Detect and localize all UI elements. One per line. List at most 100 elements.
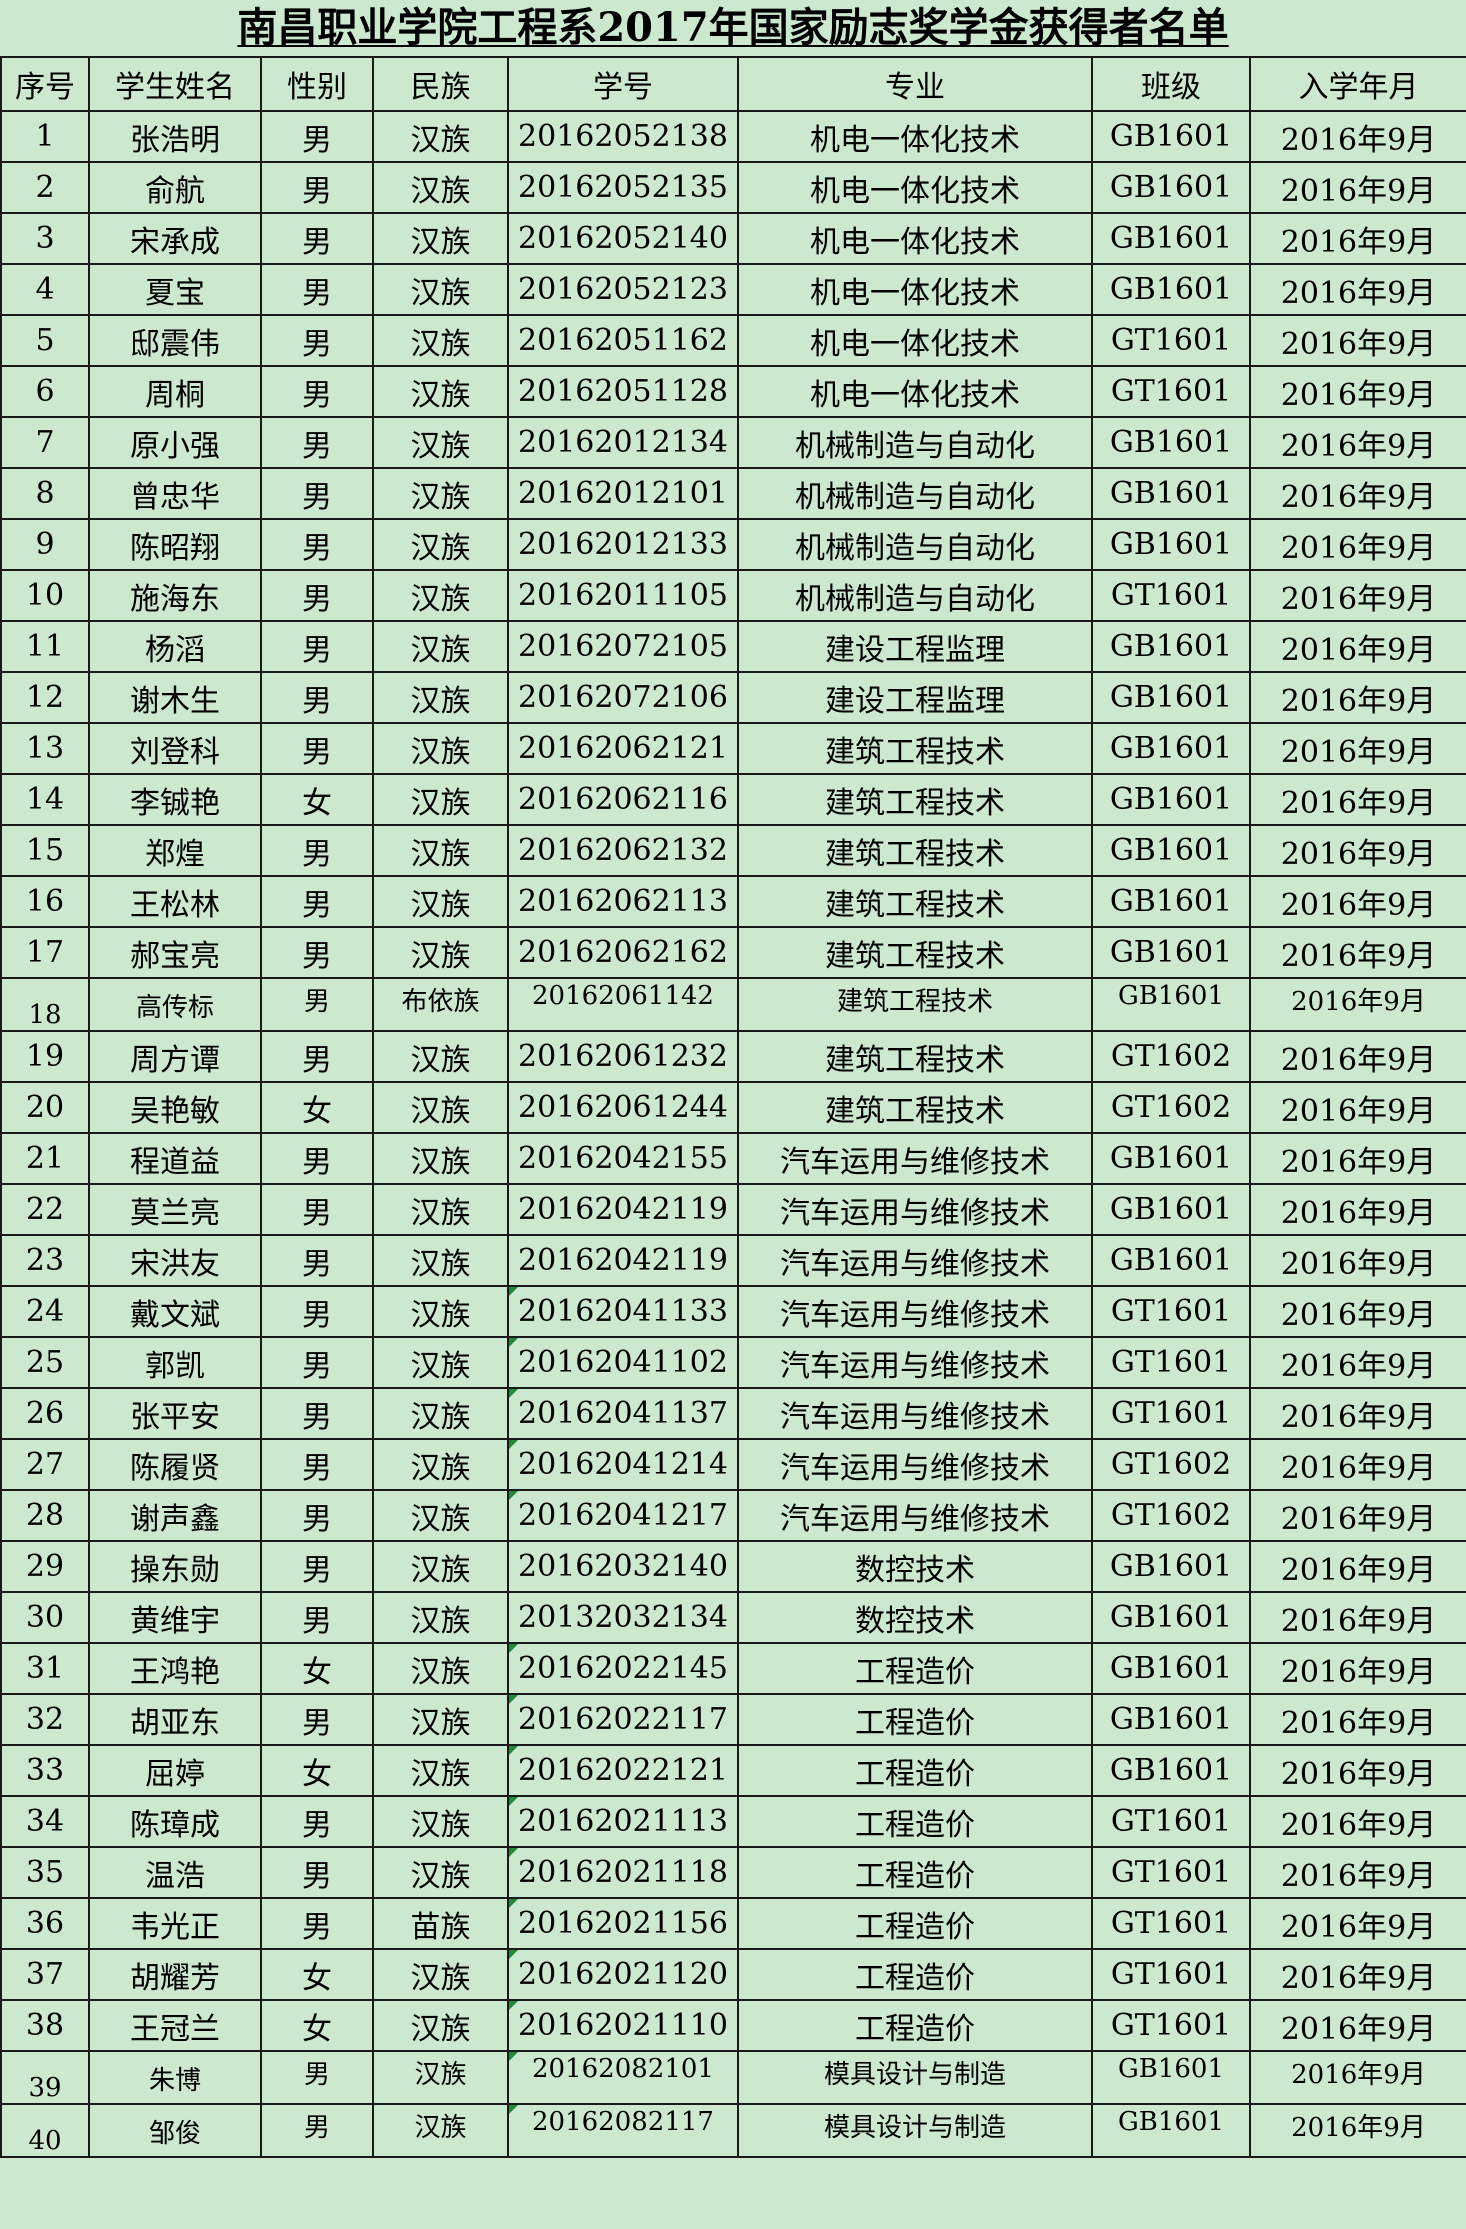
major-cell[interactable]: 机电一体化技术 [737,212,1093,265]
gender-cell[interactable]: 男 [260,569,374,622]
student-id-cell[interactable]: 20162082101 [507,2050,739,2105]
class-cell[interactable]: GT1602 [1091,1438,1251,1491]
student-id-cell[interactable]: 20162041137 [507,1387,739,1440]
index-cell[interactable]: 12 [0,671,90,724]
ethnicity-cell[interactable]: 汉族 [372,1948,509,2001]
ethnicity-cell[interactable]: 汉族 [372,1489,509,1542]
class-cell[interactable]: GB1601 [1091,416,1251,469]
major-cell[interactable]: 建筑工程技术 [737,875,1093,928]
ethnicity-cell[interactable]: 汉族 [372,212,509,265]
gender-cell[interactable]: 男 [260,518,374,571]
gender-cell[interactable]: 男 [260,1183,374,1236]
student-id-cell[interactable]: 20162061232 [507,1030,739,1083]
ethnicity-cell[interactable]: 汉族 [372,773,509,826]
gender-cell[interactable]: 男 [260,1693,374,1746]
student-id-cell[interactable]: 20162021110 [507,1999,739,2052]
class-cell[interactable]: GB1601 [1091,1744,1251,1797]
index-cell[interactable]: 19 [0,1030,90,1083]
major-cell[interactable]: 机械制造与自动化 [737,569,1093,622]
major-cell[interactable]: 工程造价 [737,1948,1093,2001]
name-cell[interactable]: 韦光正 [88,1897,262,1950]
enrollment-cell[interactable]: 2016年9月 [1249,773,1466,826]
student-id-cell[interactable]: 20162072106 [507,671,739,724]
student-id-cell[interactable]: 20162012134 [507,416,739,469]
index-cell[interactable]: 26 [0,1387,90,1440]
header-class[interactable]: 班级 [1091,56,1251,112]
student-id-cell[interactable]: 20162022121 [507,1744,739,1797]
gender-cell[interactable]: 女 [260,1948,374,2001]
ethnicity-cell[interactable]: 汉族 [372,1387,509,1440]
enrollment-cell[interactable]: 2016年9月 [1249,1540,1466,1593]
student-id-cell[interactable]: 20132032134 [507,1591,739,1644]
gender-cell[interactable]: 男 [260,1030,374,1083]
student-id-cell[interactable]: 20162011105 [507,569,739,622]
gender-cell[interactable]: 男 [260,620,374,673]
major-cell[interactable]: 机械制造与自动化 [737,518,1093,571]
index-cell[interactable]: 20 [0,1081,90,1134]
ethnicity-cell[interactable]: 汉族 [372,824,509,877]
student-id-cell[interactable]: 20162062113 [507,875,739,928]
class-cell[interactable]: GB1601 [1091,620,1251,673]
student-id-cell[interactable]: 20162012133 [507,518,739,571]
name-cell[interactable]: 张浩明 [88,110,262,163]
major-cell[interactable]: 数控技术 [737,1540,1093,1593]
student-id-cell[interactable]: 20162021120 [507,1948,739,2001]
ethnicity-cell[interactable]: 汉族 [372,110,509,163]
name-cell[interactable]: 邹俊 [88,2103,262,2158]
enrollment-cell[interactable]: 2016年9月 [1249,2103,1466,2158]
index-cell[interactable]: 40 [0,2103,90,2158]
class-cell[interactable]: GB1601 [1091,875,1251,928]
class-cell[interactable]: GB1601 [1091,212,1251,265]
name-cell[interactable]: 周桐 [88,365,262,418]
index-cell[interactable]: 39 [0,2050,90,2105]
index-cell[interactable]: 34 [0,1795,90,1848]
enrollment-cell[interactable]: 2016年9月 [1249,1285,1466,1338]
class-cell[interactable]: GB1601 [1091,926,1251,979]
name-cell[interactable]: 郝宝亮 [88,926,262,979]
gender-cell[interactable]: 男 [260,722,374,775]
class-cell[interactable]: GT1601 [1091,1999,1251,2052]
class-cell[interactable]: GT1601 [1091,365,1251,418]
enrollment-cell[interactable]: 2016年9月 [1249,1438,1466,1491]
student-id-cell[interactable]: 20162022117 [507,1693,739,1746]
name-cell[interactable]: 宋承成 [88,212,262,265]
student-id-cell[interactable]: 20162062162 [507,926,739,979]
name-cell[interactable]: 高传标 [88,977,262,1032]
index-cell[interactable]: 10 [0,569,90,622]
major-cell[interactable]: 汽车运用与维修技术 [737,1438,1093,1491]
ethnicity-cell[interactable]: 汉族 [372,1591,509,1644]
header-ethnicity[interactable]: 民族 [372,56,509,112]
student-id-cell[interactable]: 20162021113 [507,1795,739,1848]
ethnicity-cell[interactable]: 汉族 [372,875,509,928]
major-cell[interactable]: 建筑工程技术 [737,926,1093,979]
index-cell[interactable]: 38 [0,1999,90,2052]
index-cell[interactable]: 9 [0,518,90,571]
major-cell[interactable]: 模具设计与制造 [737,2103,1093,2158]
major-cell[interactable]: 建筑工程技术 [737,977,1093,1032]
class-cell[interactable]: GB1601 [1091,1183,1251,1236]
index-cell[interactable]: 18 [0,977,90,1032]
gender-cell[interactable]: 男 [260,1540,374,1593]
enrollment-cell[interactable]: 2016年9月 [1249,620,1466,673]
enrollment-cell[interactable]: 2016年9月 [1249,1336,1466,1389]
gender-cell[interactable]: 男 [260,2103,374,2158]
class-cell[interactable]: GB1601 [1091,671,1251,724]
name-cell[interactable]: 胡亚东 [88,1693,262,1746]
class-cell[interactable]: GB1601 [1091,773,1251,826]
class-cell[interactable]: GB1601 [1091,824,1251,877]
enrollment-cell[interactable]: 2016年9月 [1249,926,1466,979]
gender-cell[interactable]: 女 [260,1642,374,1695]
class-cell[interactable]: GT1602 [1091,1489,1251,1542]
student-id-cell[interactable]: 20162082117 [507,2103,739,2158]
enrollment-cell[interactable]: 2016年9月 [1249,875,1466,928]
name-cell[interactable]: 胡耀芳 [88,1948,262,2001]
student-id-cell[interactable]: 20162062132 [507,824,739,877]
major-cell[interactable]: 机械制造与自动化 [737,416,1093,469]
student-id-cell[interactable]: 20162022145 [507,1642,739,1695]
major-cell[interactable]: 工程造价 [737,1795,1093,1848]
name-cell[interactable]: 曾忠华 [88,467,262,520]
major-cell[interactable]: 建筑工程技术 [737,1081,1093,1134]
gender-cell[interactable]: 男 [260,161,374,214]
enrollment-cell[interactable]: 2016年9月 [1249,1183,1466,1236]
class-cell[interactable]: GT1601 [1091,1285,1251,1338]
